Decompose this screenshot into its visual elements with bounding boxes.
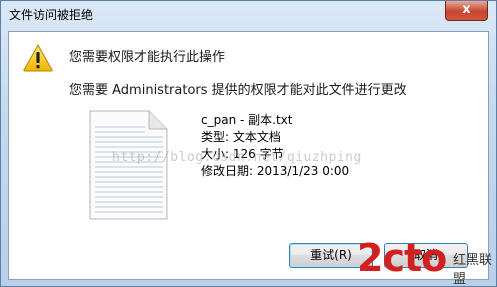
site-logo: 2cto 红黑联盟 bbox=[357, 236, 497, 287]
warning-icon bbox=[23, 44, 53, 72]
dialog-message: 您需要 Administrators 提供的权限才能对此文件进行更改 bbox=[69, 83, 407, 98]
close-button[interactable]: x bbox=[445, 1, 488, 21]
file-name: c_pan - 副本.txt bbox=[201, 113, 293, 127]
watermark-url: http://blog.csdn.net/qiuzhping bbox=[112, 150, 362, 165]
file-info: c_pan - 副本.txt 类型: 文本文档 大小: 126 字节 修改日期:… bbox=[201, 112, 349, 180]
logo-text-cn: 红黑联盟 bbox=[453, 253, 493, 287]
title-bar[interactable]: 文件访问被拒绝 x bbox=[1, 1, 496, 31]
dialog-heading: 您需要权限才能执行此操作 bbox=[69, 50, 226, 65]
text-file-icon bbox=[89, 110, 168, 220]
window-title: 文件访问被拒绝 bbox=[9, 8, 94, 22]
close-icon: x bbox=[462, 2, 471, 17]
file-type: 类型: 文本文档 bbox=[201, 130, 281, 144]
file-modified: 修改日期: 2013/1/23 0:00 bbox=[201, 164, 350, 178]
dialog-window: 文件访问被拒绝 x 您需要权限才能执行此操作 您需要 Administrator… bbox=[0, 0, 497, 287]
logo-text: 2cto bbox=[357, 236, 447, 280]
